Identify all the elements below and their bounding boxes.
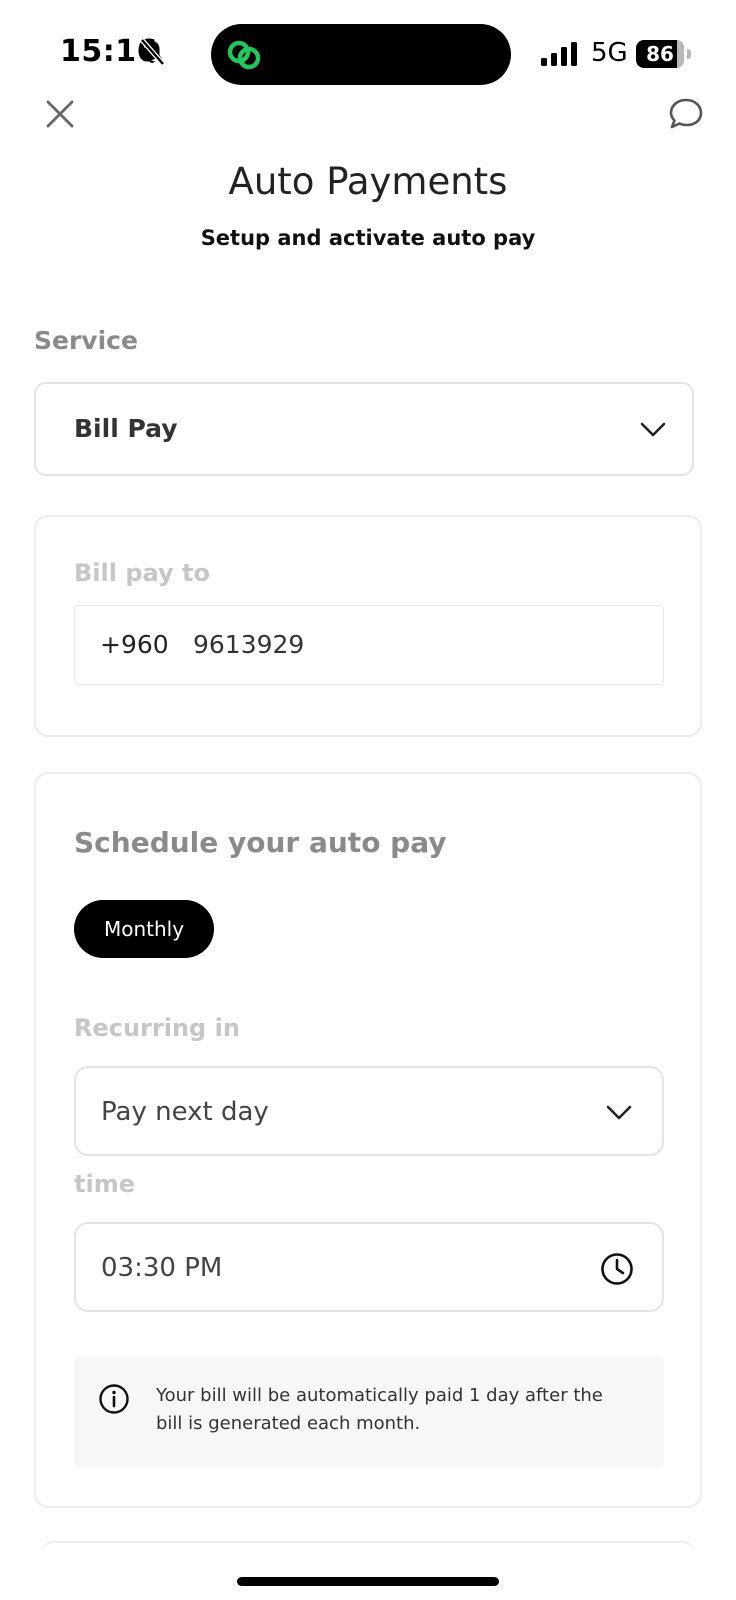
status-bar: 15:16 5G 86 [0, 0, 736, 92]
bell-off-icon [140, 38, 165, 66]
chat-bubble-icon [669, 98, 703, 129]
time-label: time [74, 1170, 135, 1198]
page-title: Auto Payments [228, 160, 508, 203]
service-dropdown[interactable]: Bill Pay [34, 382, 694, 476]
recurring-dropdown[interactable]: Pay next day [74, 1066, 664, 1156]
chevron-down-icon [640, 422, 666, 437]
battery-body: 86 [636, 40, 684, 68]
network-type: 5G [591, 38, 628, 68]
chevron-down-icon [606, 1105, 632, 1120]
battery-tip [687, 49, 691, 59]
frequency-monthly-button[interactable]: Monthly [74, 900, 214, 958]
recurring-label: Recurring in [74, 1014, 240, 1042]
home-indicator[interactable] [237, 1577, 499, 1586]
phone-number-field[interactable]: +960 9613929 [74, 605, 664, 685]
close-icon [46, 100, 74, 128]
time-picker-field[interactable]: 03:30 PM [74, 1222, 664, 1312]
time-value: 03:30 PM [101, 1253, 223, 1283]
info-notice: Your bill will be automatically paid 1 d… [74, 1356, 664, 1468]
country-code: +960 [100, 630, 169, 659]
service-label: Service [34, 326, 138, 355]
info-text: Your bill will be automatically paid 1 d… [156, 1385, 603, 1434]
signal-icon [541, 42, 577, 66]
battery-icon: 86 [636, 40, 691, 68]
phone-number-value: 9613929 [193, 630, 305, 659]
next-card-edge [40, 1541, 696, 1563]
page-subtitle: Setup and activate auto pay [200, 226, 536, 250]
schedule-card: Schedule your auto pay Monthly Recurring… [34, 772, 702, 1508]
close-button[interactable] [40, 94, 80, 134]
schedule-title: Schedule your auto pay [74, 826, 447, 859]
chat-button[interactable] [666, 94, 706, 134]
link-icon [227, 40, 261, 70]
bill-pay-to-card: Bill pay to +960 9613929 [34, 515, 702, 737]
recurring-value: Pay next day [101, 1097, 269, 1127]
dynamic-island [211, 24, 511, 85]
service-selected-value: Bill Pay [74, 414, 178, 443]
bill-pay-to-label: Bill pay to [74, 559, 210, 587]
info-icon [99, 1384, 129, 1414]
auto-payments-screen: 15:16 5G 86 Auto Payments Setup and acti… [0, 0, 736, 1600]
clock-icon [601, 1253, 633, 1285]
battery-level: 86 [646, 42, 674, 66]
